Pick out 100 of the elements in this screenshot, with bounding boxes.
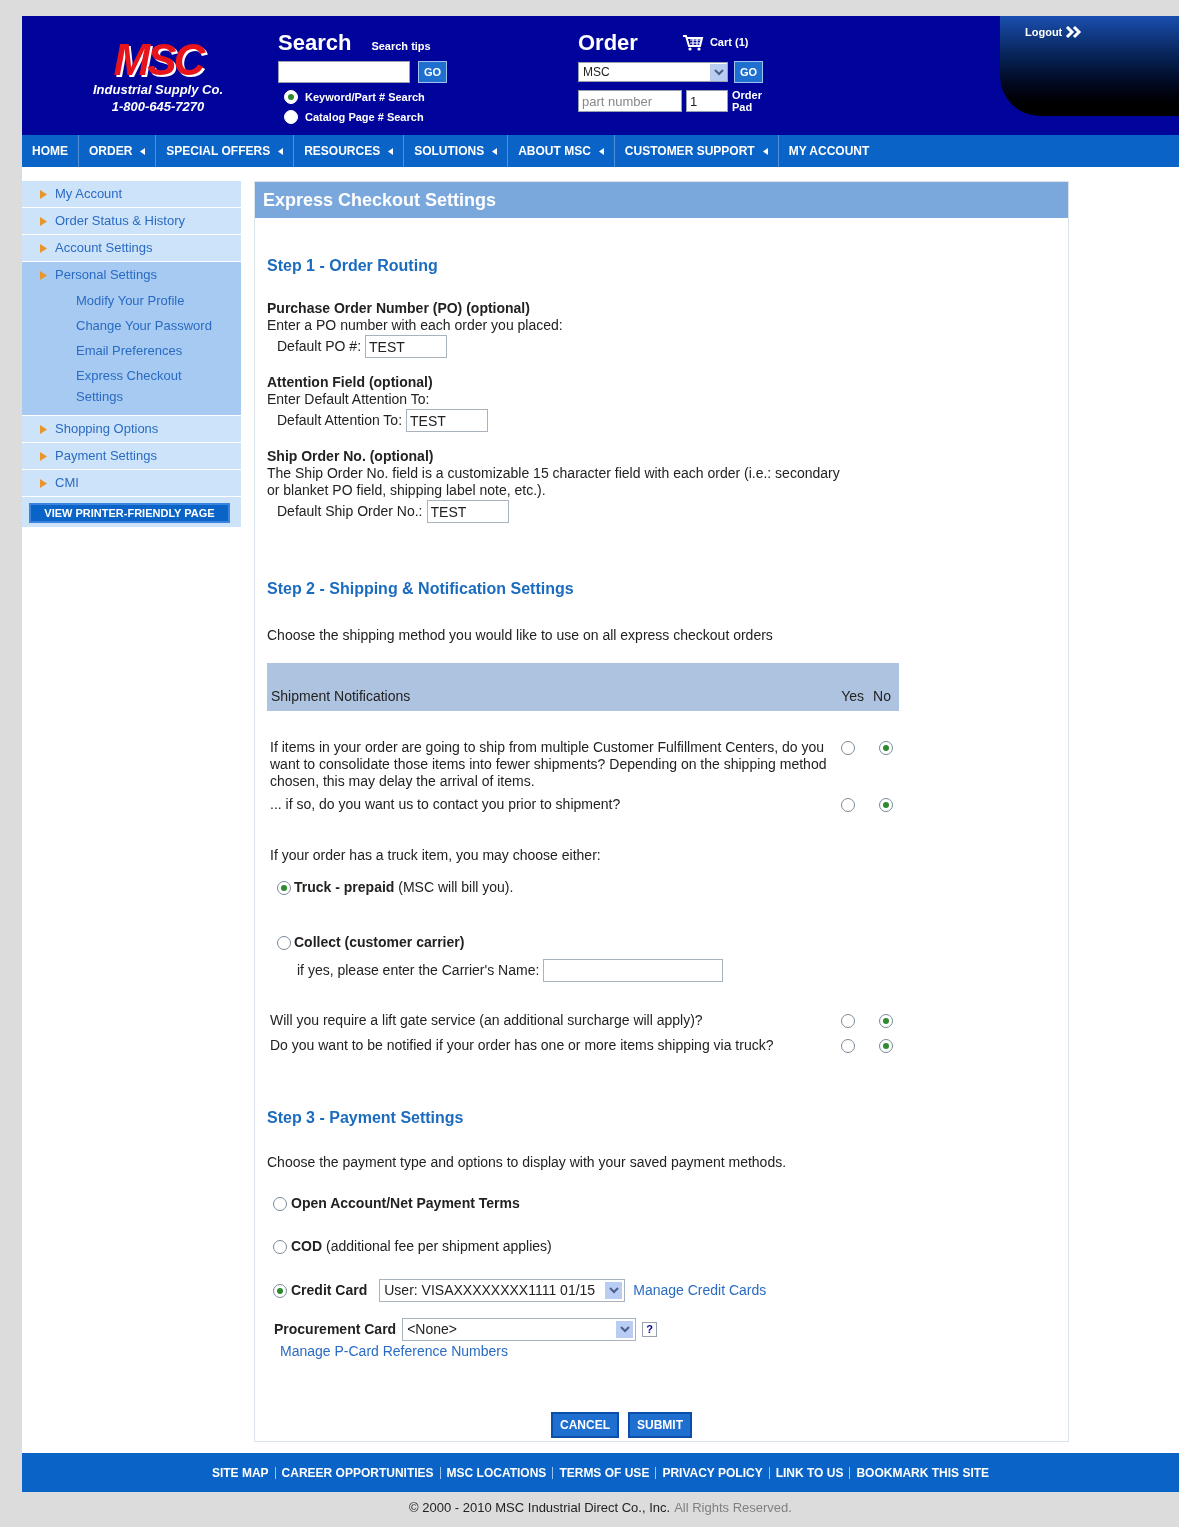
sidebar-item[interactable]: Order Status & History	[22, 208, 241, 234]
radio-button[interactable]	[841, 741, 855, 755]
field-title: Attention Field (optional)	[267, 374, 434, 391]
input-field[interactable]: TEST	[406, 409, 489, 432]
section-intro: Choose the shipping method you would like to use on all express checkout orders	[267, 626, 774, 645]
catalog-select[interactable]: MSC	[578, 62, 728, 82]
order-pad-link[interactable]: Order Pad	[732, 89, 772, 113]
help-button[interactable]: ?	[642, 1322, 658, 1337]
radio-button[interactable]	[273, 1239, 287, 1254]
footer-link[interactable]: CAREER OPPORTUNITIES	[281, 1463, 434, 1482]
header-text: No	[873, 687, 891, 706]
field-title: Ship Order No. (optional)	[267, 448, 435, 465]
sidebar-item[interactable]: Shopping Options	[22, 416, 241, 442]
field-label: Default Attention To:	[277, 411, 403, 430]
input-field[interactable]: TEST	[426, 500, 509, 523]
search-option-label: Keyword/Part # Search	[305, 90, 425, 105]
go-button[interactable]: GO	[734, 61, 764, 83]
option-label: Open Account/Net Payment Terms	[291, 1194, 520, 1213]
credit-card-select[interactable]: User: VISAXXXXXXXX1111 01/15	[379, 1279, 626, 1302]
sidebar-item[interactable]: Account Settings	[22, 235, 241, 261]
section-intro: Choose the payment type and options to display with your saved payment methods.	[267, 1153, 788, 1172]
field-label: Default Ship Order No.:	[277, 502, 423, 521]
option-label: Truck - prepaid (MSC will bill you).	[294, 878, 514, 897]
sidebar-item[interactable]: My Account	[22, 181, 241, 207]
section-heading: Step 3 - Payment Settings	[267, 1108, 465, 1128]
rights-text: All Rights Reserved.	[674, 1500, 792, 1516]
header-text: Yes	[841, 687, 865, 706]
search-field[interactable]	[278, 61, 410, 83]
question-text: Will you require a lift gate service (an additional surcharge will apply)?	[270, 1012, 704, 1029]
sidebar-subitem[interactable]: Email Preferences	[62, 338, 217, 363]
sidebar-subitem[interactable]: Change Your Password	[62, 313, 217, 338]
search-option-label: Catalog Page # Search	[305, 109, 424, 125]
radio-button[interactable]	[277, 935, 291, 950]
field-label: if yes, please enter the Carrier's Name:	[297, 961, 540, 980]
page-title: Express Checkout Settings	[263, 188, 497, 212]
radio-button[interactable]	[841, 1039, 855, 1053]
sidebar-subitem[interactable]: Express Checkout Settings	[62, 363, 217, 409]
truck-intro: If your order has a truck item, you may choose either:	[269, 846, 602, 865]
quantity-field[interactable]: 1	[686, 90, 728, 112]
radio-button[interactable]	[841, 1014, 855, 1028]
question-text: Do you want to be notified if your order has one or more items shipping via truck?	[270, 1037, 775, 1054]
manage-pcard-link[interactable]: Manage P-Card Reference Numbers	[267, 1341, 1056, 1362]
form-button[interactable]: CANCEL	[551, 1412, 619, 1438]
carrier-name-field[interactable]	[543, 959, 724, 982]
form-button[interactable]: SUBMIT	[628, 1412, 692, 1438]
arrow-icon	[40, 270, 47, 280]
field-description: Enter a PO number with each order you placed:	[267, 317, 564, 334]
manage-credit-cards-link[interactable]: Manage Credit Cards	[633, 1280, 767, 1301]
order-title: Order	[578, 29, 638, 57]
radio-button[interactable]	[879, 1039, 893, 1053]
arrow-icon	[40, 451, 47, 461]
copyright-text: © 2000 - 2010 MSC Industrial Direct Co., Inc.	[409, 1500, 671, 1516]
footer-link[interactable]: SITE MAP	[211, 1463, 269, 1482]
sidebar-item[interactable]: Personal Settings	[22, 262, 241, 288]
question-text: If items in your order are going to ship from multiple Customer Fulfillment Centers, do you want to consolidate those items into fewer shipments? Depending on the shipping method chosen, this may delay the arrival of items.	[270, 739, 828, 790]
footer-link[interactable]: TERMS OF USE	[559, 1463, 650, 1482]
arrow-icon	[40, 243, 47, 253]
procurement-card-select[interactable]: <None>	[402, 1318, 637, 1341]
footer-link[interactable]: MSC LOCATIONS	[446, 1463, 547, 1482]
logout-link[interactable]: Logout	[1025, 24, 1063, 41]
phone-number: 1-800-645-7270	[111, 99, 205, 114]
search-tips-link[interactable]: Search tips	[371, 38, 431, 55]
section-heading: Step 2 - Shipping & Notification Settings	[267, 579, 575, 599]
option-label: COD (additional fee per shipment applies)	[291, 1237, 552, 1256]
sidebar-item[interactable]: Payment Settings	[22, 443, 241, 469]
option-label: Collect (customer carrier)	[294, 933, 465, 952]
radio-button[interactable]	[273, 1283, 287, 1298]
part-number-field[interactable]: part number	[578, 90, 682, 112]
option-label: Credit Card	[291, 1281, 368, 1300]
radio-button[interactable]	[277, 880, 291, 895]
field-description: The Ship Order No. field is a customizable 15 character field with each order (i.e.: secondary or blanket PO field, shipping label note, etc.).	[267, 465, 841, 499]
cart-link[interactable]: Cart (1)	[709, 34, 749, 51]
footer-link[interactable]: BOOKMARK THIS SITE	[856, 1463, 990, 1482]
nav-item[interactable]: MY ACCOUNT	[778, 135, 880, 167]
input-field[interactable]: TEST	[365, 335, 448, 358]
field-description: Enter Default Attention To:	[267, 391, 431, 408]
arrow-icon	[40, 424, 47, 434]
radio-button[interactable]	[841, 798, 855, 812]
arrow-icon	[40, 216, 47, 226]
radio-button[interactable]	[879, 798, 893, 812]
field-label: Default PO #:	[277, 337, 362, 356]
radio-button[interactable]	[273, 1196, 287, 1211]
footer-link[interactable]: LINK TO US	[775, 1463, 844, 1482]
radio-button[interactable]	[879, 741, 893, 755]
printer-friendly-button[interactable]: VIEW PRINTER-FRIENDLY PAGE	[29, 503, 230, 523]
field-label: Procurement Card	[274, 1320, 397, 1339]
logo: MSC	[113, 40, 203, 80]
footer-link[interactable]: PRIVACY POLICY	[662, 1463, 763, 1482]
go-button[interactable]: GO	[418, 61, 448, 83]
field-title: Purchase Order Number (PO) (optional)	[267, 300, 531, 317]
search-title: Search	[278, 29, 352, 57]
question-text: ... if so, do you want us to contact you prior to shipment?	[270, 796, 622, 813]
sidebar-subitem[interactable]: Modify Your Profile	[62, 288, 217, 313]
section-heading: Step 1 - Order Routing	[267, 256, 439, 276]
header-text: Shipment Notifications	[271, 687, 411, 706]
arrow-icon	[40, 478, 47, 488]
arrow-icon	[40, 189, 47, 199]
double-chevron-icon	[1065, 25, 1084, 40]
sidebar-item[interactable]: CMI	[22, 470, 241, 496]
radio-button[interactable]	[879, 1014, 893, 1028]
